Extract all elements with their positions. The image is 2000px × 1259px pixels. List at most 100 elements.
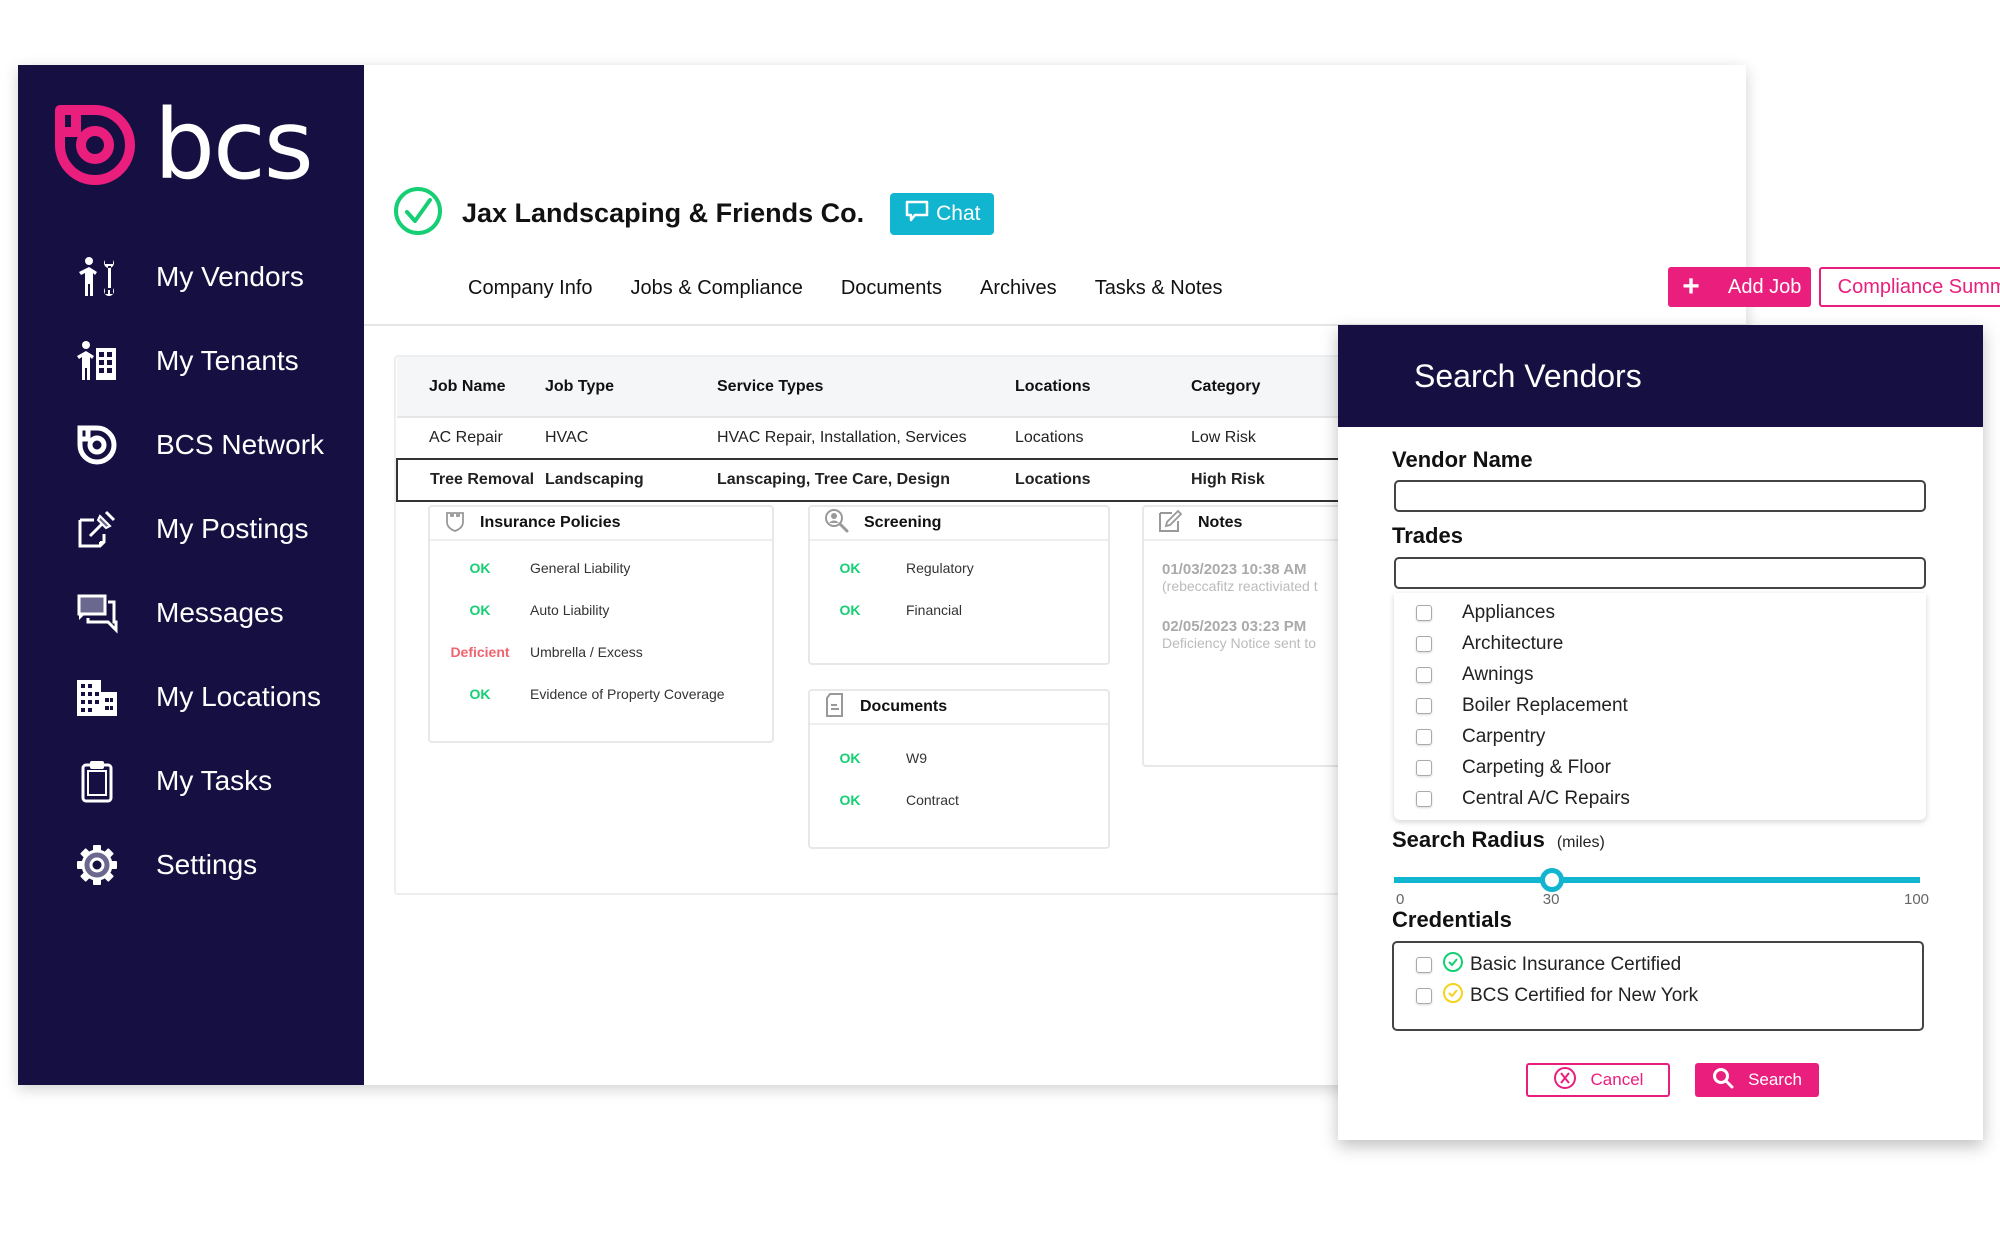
table-row[interactable]: AC Repair HVAC HVAC Repair, Installation… (397, 417, 1472, 459)
search-button[interactable]: Search (1695, 1063, 1819, 1097)
note-item[interactable]: 01/03/2023 10:38 AM (rebeccafitz reactiv… (1162, 561, 1344, 594)
column-header[interactable]: Job Type (545, 357, 717, 418)
sidebar-item-my-locations[interactable]: My Locations (18, 655, 364, 739)
status-badge: OK (469, 602, 491, 618)
trade-option[interactable]: Carpeting & Floor (1394, 752, 1926, 783)
checkbox[interactable] (1416, 728, 1432, 745)
checkbox[interactable] (1416, 759, 1432, 776)
trades-dropdown-list: Appliances Architecture Awnings Boiler R… (1394, 593, 1926, 820)
tab-archives[interactable]: Archives (980, 277, 1057, 300)
sidebar-item-settings[interactable]: Settings (18, 823, 364, 907)
slider-thumb[interactable] (1539, 868, 1564, 892)
bcs-logo[interactable]: bcs (52, 97, 314, 193)
trade-option[interactable]: Awnings (1394, 659, 1926, 690)
nav-label: My Vendors (156, 261, 304, 292)
trade-option[interactable]: Boiler Replacement (1394, 690, 1926, 721)
cell-locations[interactable]: Locations (1015, 417, 1191, 459)
checkbox[interactable] (1416, 604, 1432, 621)
trade-option[interactable]: Central A/C Repairs (1394, 783, 1926, 814)
insurance-item[interactable]: OK Evidence of Property Coverage (430, 673, 772, 715)
green-check-circle-icon (1442, 951, 1464, 978)
cancel-button[interactable]: Cancel (1526, 1063, 1670, 1097)
table-header-row: Job Name Job Type Service Types Location… (397, 357, 1472, 418)
item-label: Evidence of Property Coverage (530, 686, 725, 702)
trade-option[interactable]: Carpentry (1394, 721, 1926, 752)
trade-option[interactable]: Architecture (1394, 628, 1926, 659)
pin-posting-icon (72, 504, 122, 554)
card-title: Notes (1198, 514, 1243, 531)
insurance-policies-card: Insurance Policies OK General Liability O… (428, 505, 774, 743)
sidebar-item-my-vendors[interactable]: My Vendors (18, 235, 364, 319)
search-icon (1712, 1067, 1734, 1094)
cell-job-type: HVAC (545, 429, 589, 446)
add-job-button[interactable]: + Add Job (1668, 267, 1811, 307)
column-header[interactable]: Job Name (397, 357, 545, 418)
card-header: Screening (810, 507, 1108, 541)
verified-check-icon (392, 185, 444, 242)
column-header[interactable]: Service Types (717, 357, 1015, 418)
clipboard-icon (72, 756, 122, 806)
document-item[interactable]: OK W9 (810, 737, 1108, 779)
nav-label: My Tenants (156, 345, 299, 376)
chat-button[interactable]: Chat (890, 192, 995, 235)
table-row-selected[interactable]: Tree Removal Landscaping Lanscaping, Tre… (396, 458, 1472, 502)
screening-item[interactable]: OK Financial (810, 589, 1108, 631)
column-header[interactable]: Locations (1015, 357, 1191, 418)
documents-card: Documents OK W9 OK Contract (808, 689, 1110, 849)
checkbox[interactable] (1416, 666, 1432, 683)
sidebar-item-my-tasks[interactable]: My Tasks (18, 739, 364, 823)
cell-job-name: AC Repair (429, 429, 503, 446)
tab-documents[interactable]: Documents (841, 277, 942, 300)
credential-option[interactable]: BCS Certified for New York (1394, 980, 1922, 1011)
credential-option[interactable]: Basic Insurance Certified (1394, 949, 1922, 980)
jobs-table: Job Name Job Type Service Types Location… (396, 357, 1472, 502)
insurance-item[interactable]: OK General Liability (430, 547, 772, 589)
sidebar-item-bcs-network[interactable]: BCS Network (18, 403, 364, 487)
vendor-tabs: Company Info Jobs & Compliance Documents… (468, 277, 1261, 300)
tab-tasks-notes[interactable]: Tasks & Notes (1095, 277, 1223, 300)
edit-note-icon (1158, 509, 1184, 538)
cell-locations[interactable]: Locations (1015, 458, 1191, 502)
gear-icon (72, 840, 122, 890)
item-label: W9 (906, 750, 927, 766)
insurance-item[interactable]: Deficient Umbrella / Excess (430, 631, 772, 673)
checkbox[interactable] (1416, 987, 1432, 1004)
checkbox[interactable] (1416, 956, 1432, 973)
credential-label: Basic Insurance Certified (1470, 953, 1682, 975)
checkbox[interactable] (1416, 697, 1432, 714)
compliance-summary-button[interactable]: Compliance Summary (1819, 267, 2000, 307)
document-item[interactable]: OK Contract (810, 779, 1108, 821)
trade-label: Architecture (1462, 632, 1564, 654)
sidebar-item-my-tenants[interactable]: My Tenants (18, 319, 364, 403)
vendor-header: Jax Landscaping & Friends Co. Chat (392, 185, 995, 242)
trades-input[interactable] (1394, 557, 1926, 589)
note-item[interactable]: 02/05/2023 03:23 PM Deficiency Notice se… (1162, 618, 1344, 651)
card-header: Documents (810, 691, 1108, 725)
sidebar: bcs My Vendors My Tenants BCS Network My… (18, 65, 364, 1085)
cell-job-type: Landscaping (545, 458, 717, 502)
tab-company-info[interactable]: Company Info (468, 277, 593, 300)
trade-label: Appliances (1462, 601, 1555, 623)
nav-label: My Tasks (156, 765, 273, 796)
slider-track[interactable] (1394, 877, 1920, 883)
checkbox[interactable] (1416, 635, 1432, 652)
trade-label: Central A/C Repairs (1462, 787, 1630, 809)
credentials-box: Basic Insurance Certified BCS Certified … (1392, 941, 1924, 1031)
sidebar-item-my-postings[interactable]: My Postings (18, 487, 364, 571)
vendor-name-input[interactable] (1394, 480, 1926, 512)
radius-value-label: 30 (1542, 891, 1560, 908)
tab-jobs-compliance[interactable]: Jobs & Compliance (631, 277, 803, 300)
modal-title: Search Vendors (1414, 357, 1642, 394)
item-label: Auto Liability (530, 602, 610, 618)
search-radius-slider[interactable] (1394, 868, 1920, 892)
modal-header: Search Vendors (1338, 325, 1983, 427)
status-badge: OK (469, 560, 491, 576)
trade-option[interactable]: Appliances (1394, 597, 1926, 628)
insurance-item[interactable]: OK Auto Liability (430, 589, 772, 631)
sidebar-nav: My Vendors My Tenants BCS Network My Pos… (18, 235, 364, 907)
radius-max-label: 100 (1904, 891, 1930, 908)
credentials-label: Credentials (1392, 907, 1512, 932)
checkbox[interactable] (1416, 790, 1432, 807)
sidebar-item-messages[interactable]: Messages (18, 571, 364, 655)
screening-item[interactable]: OK Regulatory (810, 547, 1108, 589)
